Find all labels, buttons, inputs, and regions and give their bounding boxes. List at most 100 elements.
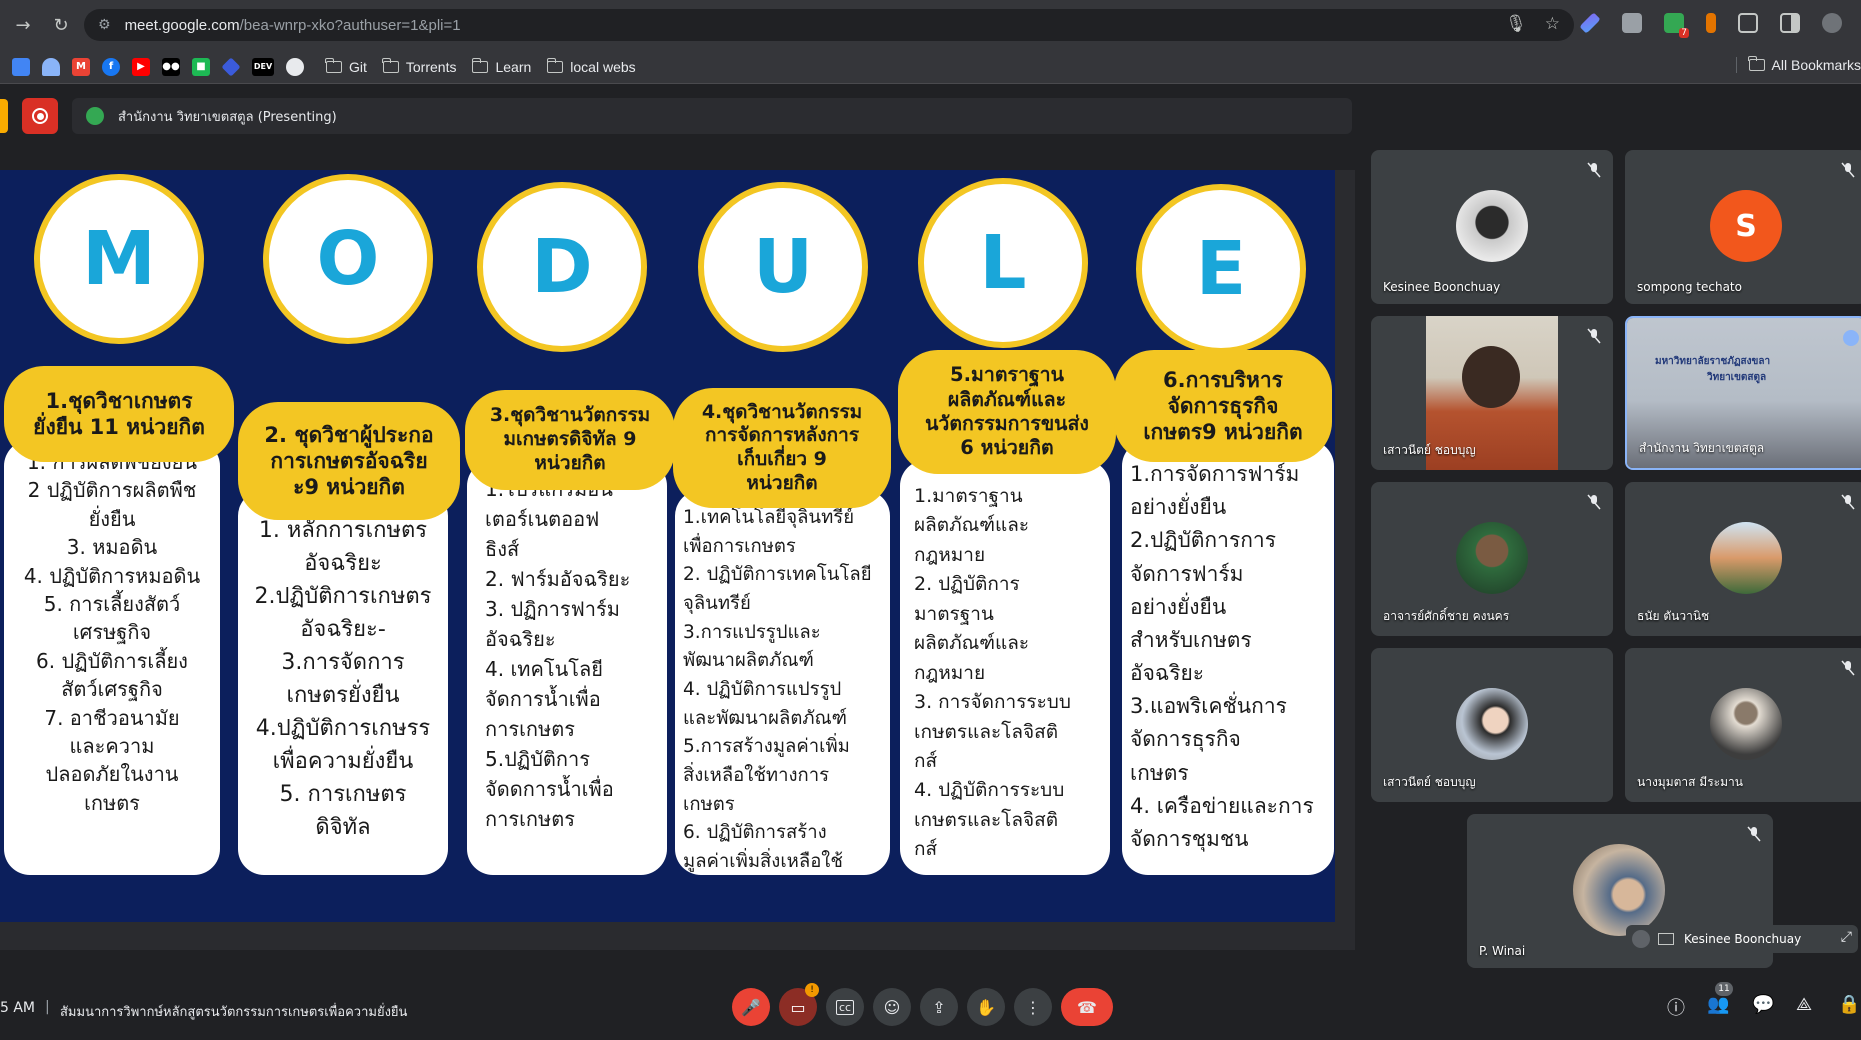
more-options-button[interactable]: ⋮ <box>1014 988 1052 1026</box>
hang-up-icon: ☎ <box>1077 997 1097 1017</box>
meeting-details-icon[interactable]: ⓘ <box>1667 994 1685 1020</box>
url-path: /bea-wnrp-xko?authuser=1&pli=1 <box>239 16 461 34</box>
pen-extension-icon[interactable] <box>1579 12 1601 34</box>
presenting-bar: สำนักงาน วิทยาเขตสตูล (Presenting) <box>0 94 1861 138</box>
more-vert-icon: ⋮ <box>1025 997 1041 1017</box>
profile-avatar-icon[interactable] <box>1822 13 1842 33</box>
microphone-icon[interactable]: 🎙 <box>1505 14 1527 34</box>
mic-toggle-button[interactable]: 🎤 <box>732 988 770 1026</box>
module-course-line: จัดการฟาร์ม <box>1130 561 1244 586</box>
side-panel-icon[interactable] <box>1780 13 1800 33</box>
participant-name: นางมุมตาส มีระมาน <box>1637 775 1743 789</box>
module-course-line: ผลิตภัณฑ์และ <box>914 514 1030 537</box>
module-course-line: 4. เครือข่ายและการ <box>1130 793 1314 818</box>
module-body-4: 1.เทคโนโลยีจุลินทรีย์ เพื่อการเกษตร 2. ปฏิ… <box>675 490 890 875</box>
bookmark-folder-git[interactable]: Git <box>325 57 367 75</box>
bookmark-youtube-icon[interactable]: ▶ <box>132 57 150 76</box>
module-course-line: และความ <box>69 733 155 758</box>
module-header-line: จัดการธุรกิจ <box>1167 393 1279 418</box>
meeting-time: 5 AM <box>0 1000 36 1016</box>
forward-icon[interactable]: → <box>8 10 38 40</box>
participant-tile[interactable]: S sompong techato <box>1625 150 1861 304</box>
bookmark-medium-icon[interactable]: ●● <box>162 57 180 76</box>
people-icon[interactable]: 👥 11 <box>1707 982 1733 1015</box>
module-header-line: 1.ชุดวิชาเกษตร <box>45 388 193 413</box>
letter-circle-u: U <box>698 182 868 352</box>
bookmark-globe-icon[interactable] <box>286 57 304 76</box>
reactions-button[interactable]: ☺ <box>873 988 911 1026</box>
host-controls-tab[interactable] <box>0 99 8 133</box>
letter-circle-d: D <box>477 182 647 352</box>
bookmark-bluesquare-icon[interactable] <box>12 57 30 76</box>
camera-extension-icon[interactable] <box>1622 13 1642 33</box>
module-header-line: การจัดการหลังการ <box>704 424 860 447</box>
avatar <box>1456 190 1528 262</box>
folder-icon <box>471 57 489 73</box>
module-course-line: มูลค่าเพิ่มสิ่งเหลือใช้ <box>683 851 843 873</box>
bookmark-green-icon[interactable]: ■ <box>192 57 210 76</box>
bookmark-facebook-icon[interactable]: f <box>102 57 120 76</box>
bookmark-star-icon[interactable]: ☆ <box>1545 14 1560 34</box>
participant-tile[interactable]: เสาวนีตย์ ชอบบุญ <box>1371 648 1613 802</box>
self-view-pip[interactable]: Kesinee Boonchuay ⤢ <box>1626 925 1858 953</box>
participant-tile-active[interactable]: มหาวิทยาลัยราชภัฏสงขลา วิทยาเขตสตูล สำนั… <box>1625 316 1861 470</box>
people-count-badge: 11 <box>1715 982 1733 996</box>
module-course-line: สำหรับเกษตร <box>1130 627 1252 652</box>
leave-call-button[interactable]: ☎ <box>1061 988 1113 1026</box>
recording-button[interactable] <box>22 98 58 134</box>
participant-tile[interactable]: Kesinee Boonchuay <box>1371 150 1613 304</box>
green-extension-icon[interactable]: 7 <box>1664 13 1689 38</box>
module-course-line: 3.การจัดการ <box>281 650 405 675</box>
bookmark-gmail-icon[interactable]: M <box>72 57 90 76</box>
site-info-icon[interactable]: ⚙ <box>98 17 111 33</box>
module-course-line: เกษตรยั่งยืน <box>286 683 400 708</box>
module-course-line: กฎหมาย <box>914 543 986 566</box>
chat-icon[interactable]: 💬 <box>1752 994 1774 1015</box>
module-header-line: ผลิตภัณฑ์และ <box>947 387 1067 411</box>
bookmark-shield-icon[interactable] <box>42 57 60 76</box>
module-course-line: เศรษฐกิจ <box>72 620 152 645</box>
participant-tile[interactable]: ธนัย ตันวานิช <box>1625 482 1861 636</box>
module-course-line: เตอร์เนตออฟ <box>485 507 600 531</box>
raise-hand-button[interactable]: ✋ <box>967 988 1005 1026</box>
letter-circle-e: E <box>1136 184 1306 354</box>
bookmark-folder-learn[interactable]: Learn <box>471 57 531 75</box>
camera-off-icon: ▭ <box>790 997 806 1017</box>
presenter-info[interactable]: สำนักงาน วิทยาเขตสตูล (Presenting) <box>72 98 1352 134</box>
participant-name: ธนัย ตันวานิช <box>1637 609 1710 623</box>
module-course-line: เพื่อความยั่งยืน <box>272 749 414 774</box>
participant-name: สำนักงาน วิทยาเขตสตูล <box>1639 441 1765 455</box>
present-screen-button[interactable]: ⇪ <box>920 988 958 1026</box>
module-header-line: หน่วยกิต <box>534 451 606 474</box>
puzzle-extensions-icon[interactable] <box>1738 13 1758 33</box>
camera-toggle-button[interactable]: ▭! <box>779 983 819 1026</box>
screen-text-1: มหาวิทยาลัยราชภัฏสงขลา <box>1655 356 1771 367</box>
participant-tile[interactable]: เสาวนีตย์ ชอบบุญ <box>1371 316 1613 470</box>
module-course-line: เกษตร <box>84 790 140 815</box>
bookmark-folder-torrents[interactable]: Torrents <box>382 57 456 75</box>
module-course-line: 2.ปฏิบัติการการ <box>1130 528 1277 553</box>
activities-icon[interactable]: ⟁ <box>1796 994 1812 1015</box>
expand-icon[interactable]: ⤢ <box>1841 929 1852 945</box>
address-bar[interactable]: ⚙ meet.google.com/bea-wnrp-xko?authuser=… <box>84 9 1574 41</box>
module-course-line: ผลิตภัณฑ์และ <box>914 632 1030 655</box>
participant-tile[interactable]: นางมุมตาส มีระมาน <box>1625 648 1861 802</box>
module-course-line: 2 ปฏิบัติการผลิตพืช <box>27 478 197 503</box>
record-icon <box>32 108 48 124</box>
speaker-extension-icon[interactable] <box>1706 13 1716 33</box>
bookmark-dev-icon[interactable]: DEV <box>252 57 274 76</box>
module-course-line: 6. ปฏิบัติการสร้าง <box>683 822 827 844</box>
reload-icon[interactable]: ↻ <box>46 10 76 40</box>
bookmark-diamond-icon[interactable] <box>221 56 241 77</box>
participant-tile[interactable]: อาจารย์ศักดิ์ชาย คงนคร <box>1371 482 1613 636</box>
all-bookmarks-button[interactable]: All Bookmarks <box>1735 56 1861 73</box>
emoji-icon: ☺ <box>883 997 901 1017</box>
screen-text-2: วิทยาเขตสตูล <box>1707 372 1767 383</box>
module-header-line: ะ9 หน่วยกิต <box>293 475 405 500</box>
bookmark-folder-local-webs[interactable]: local webs <box>546 57 636 75</box>
host-controls-icon[interactable]: 🔒 <box>1838 994 1860 1015</box>
muted-mic-icon <box>1841 494 1855 510</box>
pin-icon[interactable] <box>1843 330 1859 346</box>
captions-button[interactable]: cc <box>826 988 864 1026</box>
presenter-person-icon <box>86 107 104 125</box>
